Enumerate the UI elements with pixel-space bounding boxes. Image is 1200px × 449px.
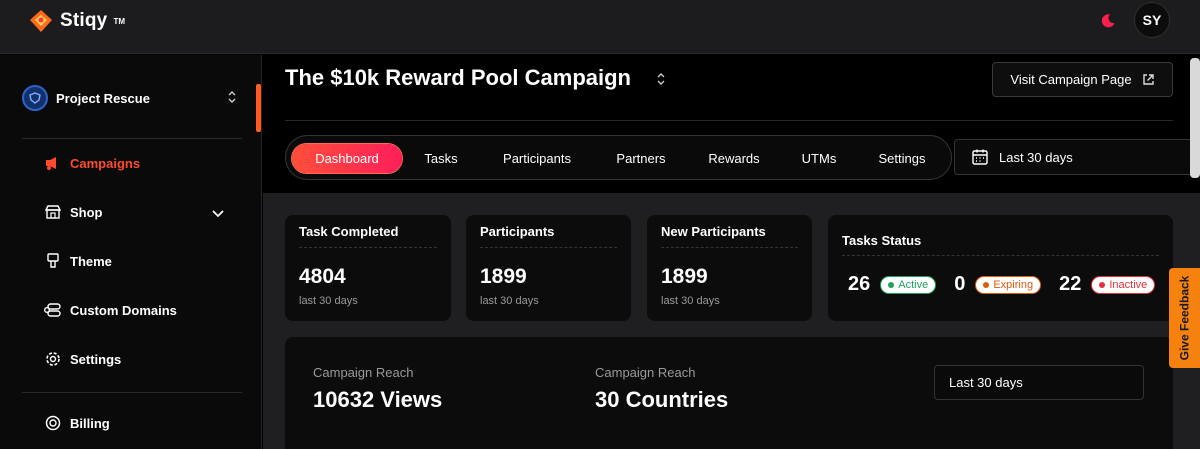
dashboard-panel: Task Completed 4804 last 30 days Partici… [263,193,1200,449]
new-participants-card: New Participants 1899 last 30 days [647,215,812,321]
inactive-count: 22 [1059,273,1082,295]
feedback-label: Give Feedback [1177,275,1192,361]
chevron-down-icon[interactable] [210,205,226,221]
active-badge: Active [880,275,937,294]
sidebar-item-billing[interactable]: Billing [44,414,110,432]
card-divider [299,247,437,248]
store-icon [44,203,62,221]
moon-icon [1101,14,1115,28]
sidebar-divider [22,392,242,393]
brush-icon [44,252,62,270]
sidebar-item-label: Billing [70,415,110,431]
expiring-count: 0 [954,273,966,295]
project-switcher[interactable]: Project Rescue [22,85,242,111]
sidebar: Project Rescue Campaigns Shop Theme Cust… [0,55,262,449]
active-label: Active [898,278,929,291]
tasks-status-card: Tasks Status 26 Active 0 Expiring 22 Ina… [828,215,1173,321]
card-title: Task Completed [299,224,399,239]
gear-icon [44,350,62,368]
updown-chevron-icon [228,91,236,103]
sidebar-divider [22,138,242,139]
sidebar-item-label: Custom Domains [70,302,177,318]
calendar-icon [972,149,988,165]
tab-tasks[interactable]: Tasks [414,144,468,173]
expiring-badge: Expiring [975,275,1042,294]
expiring-label: Expiring [993,278,1034,291]
card-divider [842,255,1159,256]
participants-card: Participants 1899 last 30 days [466,215,631,321]
inactive-label: Inactive [1109,278,1148,291]
card-divider [661,247,798,248]
card-value: 1899 [661,265,708,288]
active-indicator [256,84,261,132]
status-row: 26 Active 0 Expiring 22 Inactive [848,273,1156,296]
top-bar: Stiqy TM SY [0,0,1200,54]
external-link-icon [1142,74,1154,85]
inactive-badge: Inactive [1091,275,1156,294]
tab-participants[interactable]: Participants [492,144,582,173]
sidebar-item-label: Campaigns [70,155,141,171]
tab-utms[interactable]: UTMs [794,144,844,173]
scrollbar[interactable] [1190,58,1200,178]
card-value: 4804 [299,265,346,288]
card-title: New Participants [661,224,766,239]
brand-tm: TM [113,16,126,26]
brand-name: Stiqy [60,10,108,31]
card-subtitle: last 30 days [480,295,539,307]
theme-toggle-button[interactable] [1090,3,1126,39]
sidebar-item-settings[interactable]: Settings [44,350,121,368]
give-feedback-button[interactable]: Give Feedback [1169,268,1200,368]
tab-rewards[interactable]: Rewards [699,144,769,173]
brand-logo[interactable]: Stiqy TM [28,8,125,34]
card-value: 1899 [480,265,527,288]
logo-icon [30,10,52,32]
card-subtitle: last 30 days [661,295,720,307]
visit-campaign-label: Visit Campaign Page [1010,72,1132,87]
sidebar-item-shop[interactable]: Shop [44,203,103,221]
user-avatar[interactable]: SY [1134,2,1170,38]
reach-countries-value: 30 Countries [595,387,729,412]
main-content: The $10k Reward Pool Campaign Visit Camp… [263,55,1200,449]
sidebar-item-label: Shop [70,204,103,220]
megaphone-icon [44,154,62,172]
visit-campaign-button[interactable]: Visit Campaign Page [992,62,1173,97]
sidebar-item-custom-domains[interactable]: Custom Domains [44,301,177,319]
campaign-reach-panel: Campaign Reach 10632 Views Campaign Reac… [285,337,1173,449]
billing-icon [44,414,62,432]
page-title: The $10k Reward Pool Campaign [285,65,631,90]
reach-views-label: Campaign Reach [313,365,414,380]
reach-countries-label: Campaign Reach [595,365,696,380]
date-range-value: Last 30 days [999,149,1073,165]
sidebar-item-label: Settings [70,351,122,367]
title-divider [285,120,1173,121]
sidebar-item-label: Theme [70,253,112,269]
project-name: Project Rescue [56,90,150,106]
card-title: Tasks Status [842,233,922,248]
tab-partners[interactable]: Partners [606,144,676,173]
domains-icon [44,301,62,319]
active-count: 26 [848,273,871,295]
reach-views-value: 10632 Views [313,387,443,412]
tab-settings[interactable]: Settings [868,144,936,173]
sidebar-item-campaigns[interactable]: Campaigns [44,154,140,172]
project-icon [22,85,48,111]
date-range-picker[interactable]: Last 30 days [954,139,1200,175]
tab-dashboard[interactable]: Dashboard [292,144,402,173]
task-completed-card: Task Completed 4804 last 30 days [285,215,451,321]
card-subtitle: last 30 days [299,295,358,307]
updown-chevron-icon[interactable] [655,71,667,87]
sidebar-item-theme[interactable]: Theme [44,252,112,270]
card-title: Participants [480,224,555,239]
campaign-tabs: Dashboard Tasks Participants Partners Re… [285,135,952,180]
reach-date-select[interactable]: Last 30 days [934,365,1144,400]
card-divider [480,247,617,248]
